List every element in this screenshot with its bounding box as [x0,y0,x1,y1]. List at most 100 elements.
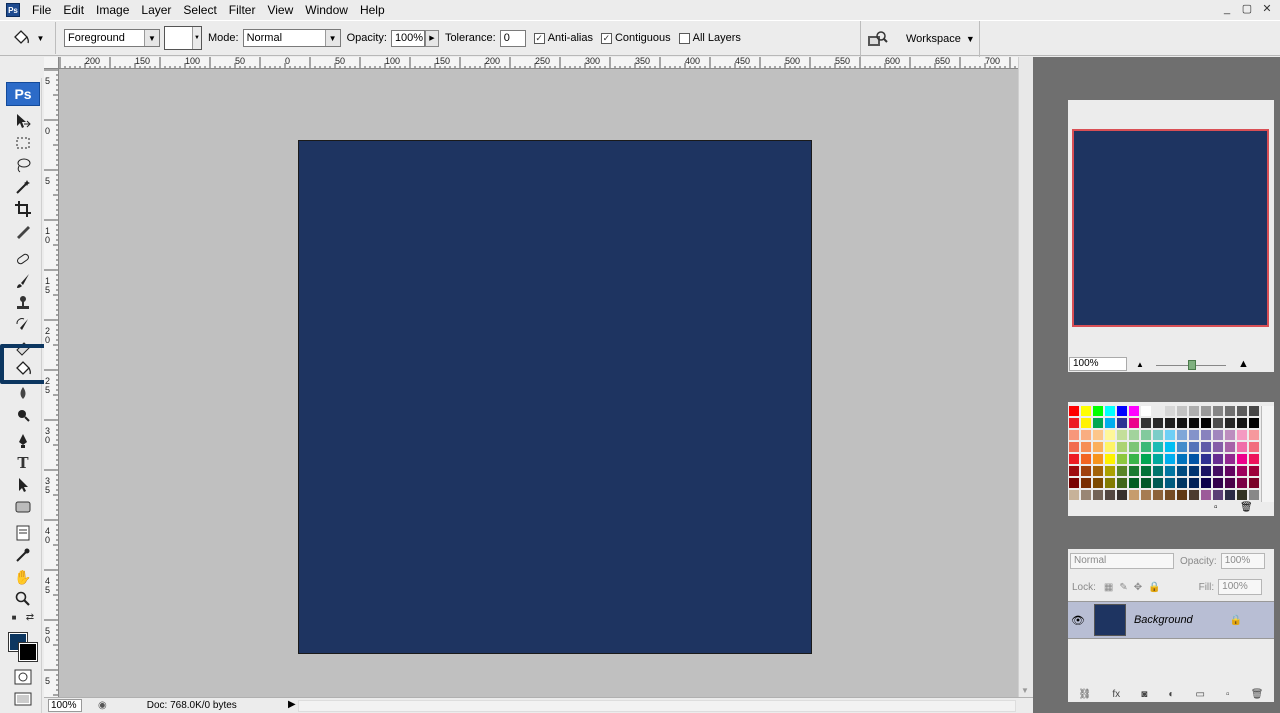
color-swatch[interactable] [1128,405,1140,417]
color-swatch[interactable] [1068,429,1080,441]
color-swatch[interactable] [1116,405,1128,417]
color-swatch[interactable] [1116,429,1128,441]
color-swatch[interactable] [1116,477,1128,489]
color-swatch[interactable] [1188,477,1200,489]
color-swatch[interactable] [1116,441,1128,453]
layer-style-icon[interactable]: fx [1112,689,1120,700]
color-swatch[interactable] [1104,465,1116,477]
new-layer-icon[interactable]: ▫ [1226,689,1230,700]
color-swatch[interactable] [1236,489,1248,501]
color-swatch[interactable] [1224,453,1236,465]
color-swatch[interactable] [1164,417,1176,429]
link-layers-icon[interactable]: ⛓ [1079,689,1092,700]
color-swatch[interactable] [1188,405,1200,417]
workspace-menu[interactable]: Workspace [906,33,961,45]
contiguous-checkbox[interactable]: ✓ [600,32,612,44]
navigator-zoom-field[interactable]: 100% [1069,357,1127,371]
color-swatch[interactable] [1104,489,1116,501]
color-swatch[interactable] [1068,477,1080,489]
color-swatch[interactable] [1200,453,1212,465]
color-swatch[interactable] [1248,417,1260,429]
color-swatch[interactable] [1068,465,1080,477]
adjustment-layer-icon[interactable]: ◐ [1168,689,1174,700]
color-swatch[interactable] [1224,417,1236,429]
tool-preset-picker[interactable]: ▼ [0,22,56,54]
color-swatch[interactable] [1188,441,1200,453]
opacity-slider-button[interactable]: ▶ [424,29,439,47]
color-swatch[interactable] [1200,489,1212,501]
color-swatch[interactable] [1164,465,1176,477]
background-color-swatch[interactable] [18,642,38,662]
color-swatch[interactable] [1248,453,1260,465]
color-swatch[interactable] [1104,477,1116,489]
color-swatch[interactable] [1140,417,1152,429]
color-swatch[interactable] [1080,489,1092,501]
color-swatch[interactable] [1068,453,1080,465]
color-swatch[interactable] [1212,477,1224,489]
menu-edit[interactable]: Edit [57,0,90,20]
vertical-scrollbar[interactable]: ▼ [1018,57,1033,697]
color-swatch[interactable] [1092,477,1104,489]
lock-pixels-icon[interactable]: ✎ [1119,582,1127,593]
color-swatch[interactable] [1224,477,1236,489]
all-layers-checkbox[interactable] [678,32,690,44]
color-swatch[interactable] [1200,417,1212,429]
color-swatch[interactable] [1176,477,1188,489]
color-swatch[interactable] [1128,465,1140,477]
color-swatch[interactable] [1080,453,1092,465]
delete-layer-icon[interactable]: 🗑 [1251,689,1264,700]
trash-icon[interactable]: 🗑 [1240,502,1253,513]
close-button[interactable]: ✕ [1258,2,1276,17]
color-swatch[interactable] [1236,417,1248,429]
color-swatch[interactable] [1128,489,1140,501]
color-swatch[interactable] [1140,453,1152,465]
blend-mode-select[interactable]: Normal [1070,553,1174,569]
color-swatch[interactable] [1152,405,1164,417]
status-menu-arrow-icon[interactable]: ▶ [288,699,296,710]
horizontal-scrollbar[interactable] [298,700,1016,712]
menu-select[interactable]: Select [177,0,222,20]
color-swatch[interactable] [1236,405,1248,417]
color-swatch[interactable] [1092,453,1104,465]
clone-stamp-icon[interactable] [13,293,33,313]
color-swatch[interactable] [1176,489,1188,501]
color-swatch[interactable] [1092,465,1104,477]
swatches-scrollbar[interactable] [1261,406,1274,502]
color-swatch[interactable] [1104,405,1116,417]
color-swatch[interactable] [1152,429,1164,441]
color-swatch[interactable] [1152,465,1164,477]
color-swatch[interactable] [1236,477,1248,489]
menu-view[interactable]: View [261,0,299,20]
color-swatch[interactable] [1080,465,1092,477]
brush-icon[interactable] [13,271,33,291]
color-swatch[interactable] [1176,465,1188,477]
scroll-down-icon[interactable]: ▼ [1021,686,1029,695]
color-swatch[interactable] [1212,453,1224,465]
color-swatch[interactable] [1248,429,1260,441]
tolerance-input[interactable]: 0 [499,29,526,47]
new-group-icon[interactable]: ▭ [1196,689,1205,700]
fill-source-select[interactable]: Foreground ▼ [64,29,160,47]
anti-alias-checkbox[interactable]: ✓ [533,32,545,44]
color-swatch[interactable] [1164,489,1176,501]
healing-brush-icon[interactable] [13,249,33,269]
color-swatch[interactable] [1176,441,1188,453]
color-swatch[interactable] [1116,489,1128,501]
color-swatch[interactable] [1092,441,1104,453]
color-swatch[interactable] [1068,417,1080,429]
eyedropper-icon[interactable] [13,545,33,565]
color-swatch[interactable] [1188,429,1200,441]
menu-file[interactable]: File [26,0,57,20]
type-icon[interactable]: T [13,453,33,473]
color-swatch[interactable] [1128,441,1140,453]
zoom-field[interactable]: 100% [48,699,82,712]
color-swatch[interactable] [1248,441,1260,453]
color-swatch[interactable] [1212,489,1224,501]
hand-icon[interactable]: ✋ [13,567,33,587]
color-swatch[interactable] [1140,477,1152,489]
color-swatch[interactable] [1080,405,1092,417]
color-swatch[interactable] [1200,405,1212,417]
pen-icon[interactable] [13,431,33,451]
color-swatch[interactable] [1212,417,1224,429]
color-swatch[interactable] [1104,417,1116,429]
